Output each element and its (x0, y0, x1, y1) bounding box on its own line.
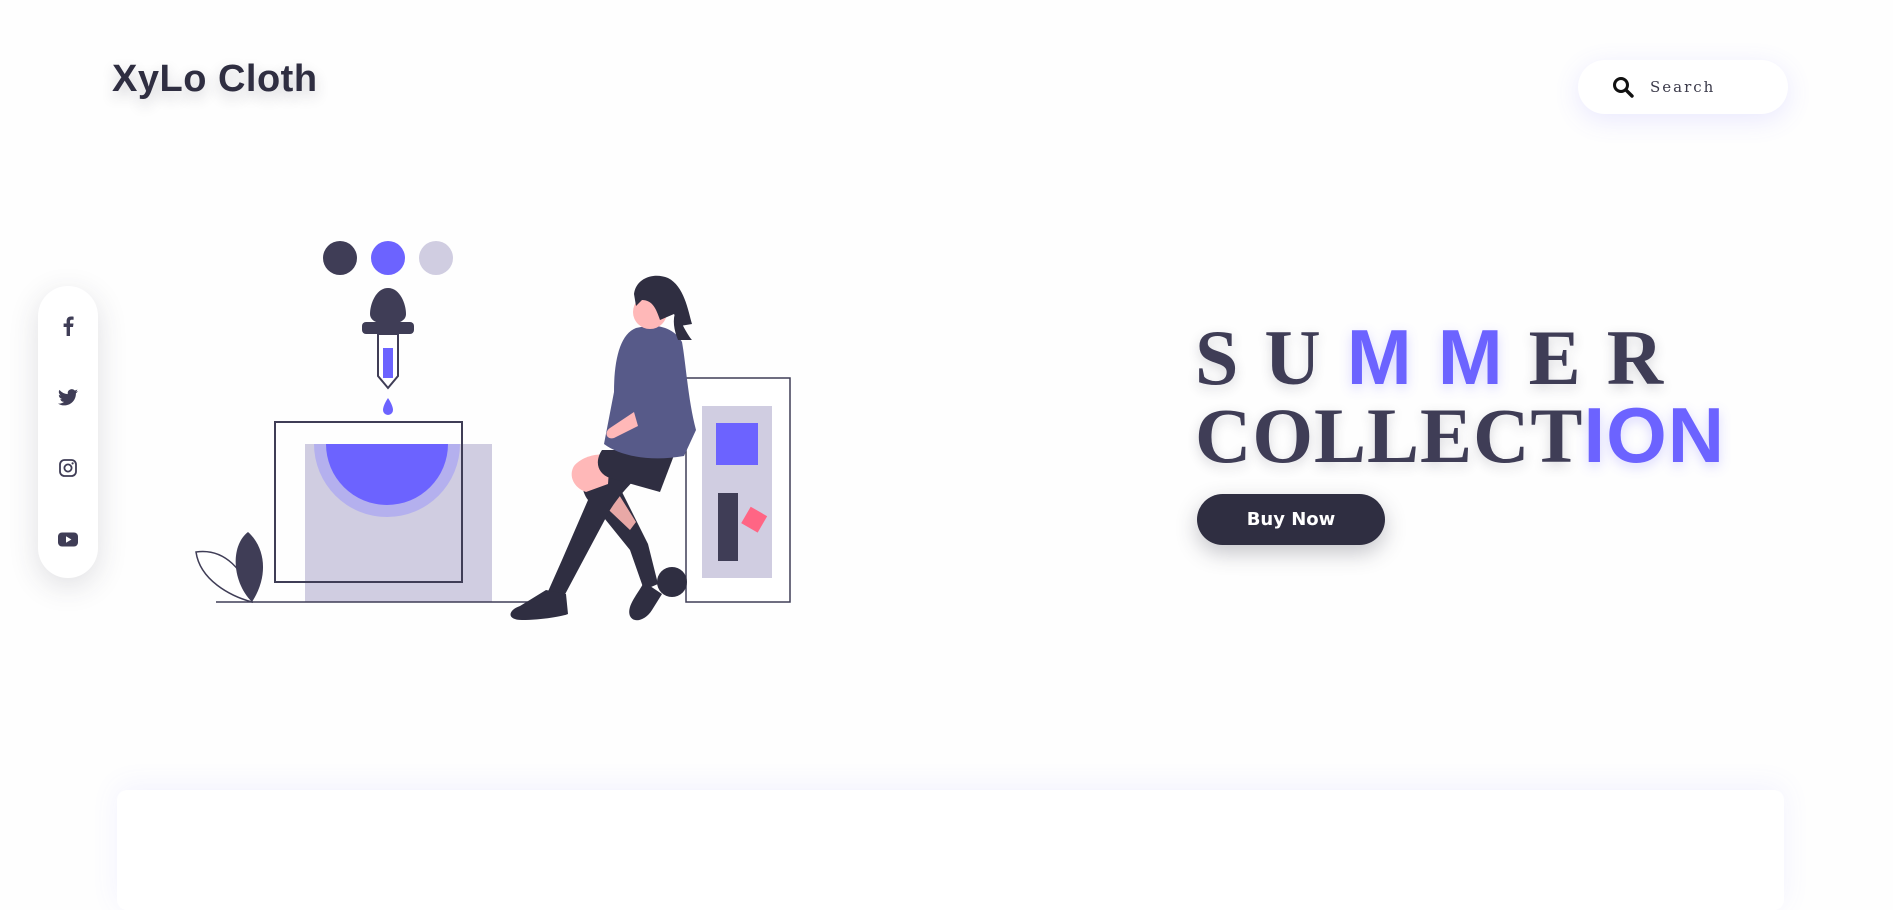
brand-logo[interactable]: XyLo Cloth (112, 58, 318, 101)
hero-illustration (195, 241, 791, 621)
instagram-icon[interactable] (58, 458, 78, 478)
search-bar[interactable] (1578, 60, 1788, 114)
facebook-icon[interactable] (58, 316, 78, 336)
search-icon[interactable] (1612, 76, 1634, 98)
panel-bar (718, 493, 738, 561)
title-line2-part2: ION (1583, 391, 1726, 479)
title-line1-part2: MM (1346, 313, 1529, 401)
title-line1-part3: ER (1528, 314, 1690, 401)
content-card (117, 790, 1784, 910)
social-sidebar (38, 286, 98, 578)
title-line2-part1: COLLECT (1195, 392, 1584, 479)
title-line1-part1: SU (1195, 314, 1347, 401)
search-input[interactable] (1648, 77, 1782, 97)
dot-light (419, 241, 453, 275)
twitter-icon[interactable] (58, 387, 78, 407)
hero-title-line1: SUMMER (1195, 318, 1725, 397)
dropper (362, 288, 414, 415)
hero-title-line2: COLLECTION (1195, 396, 1725, 475)
buy-now-button[interactable]: Buy Now (1197, 494, 1385, 545)
dot-accent (371, 241, 405, 275)
youtube-icon[interactable] (58, 529, 78, 549)
panel-accent-square (716, 423, 758, 465)
hero-title: SUMMER COLLECTION (1195, 318, 1725, 475)
dot-dark (323, 241, 357, 275)
woman-figure (510, 275, 696, 621)
